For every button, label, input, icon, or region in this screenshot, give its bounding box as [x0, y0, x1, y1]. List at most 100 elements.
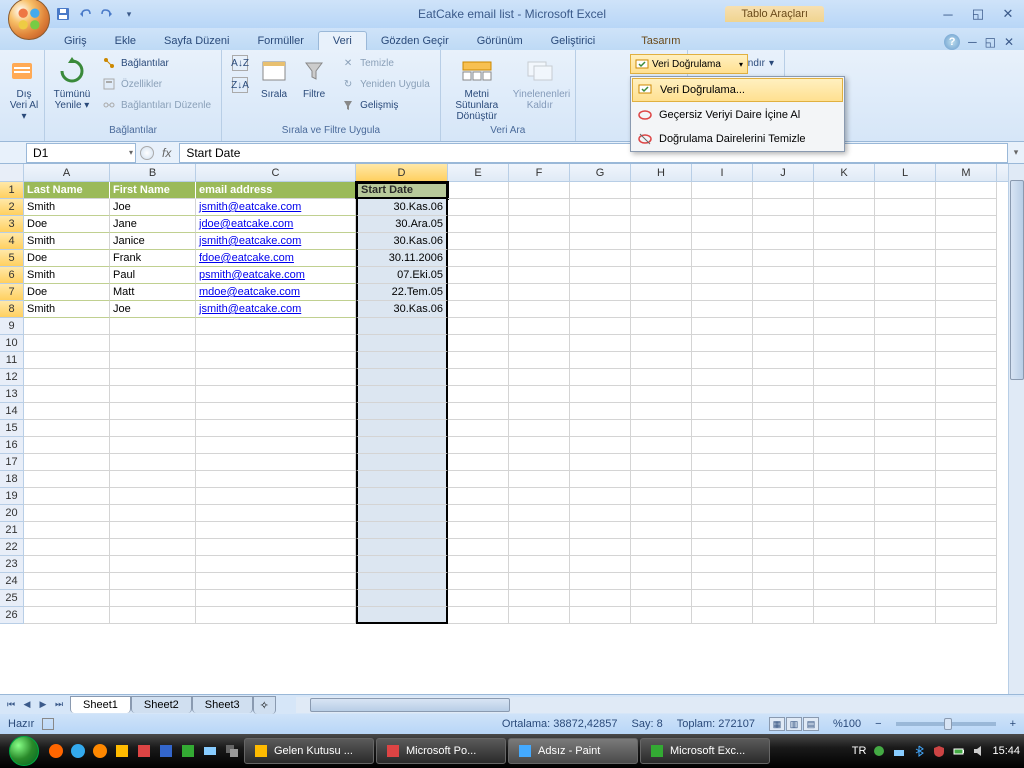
cell[interactable] — [110, 403, 196, 420]
cell[interactable] — [509, 352, 570, 369]
cell[interactable] — [936, 318, 997, 335]
cell[interactable] — [196, 556, 356, 573]
cell[interactable] — [110, 573, 196, 590]
sheet-nav-first-icon[interactable]: ⏮ — [4, 698, 18, 712]
doc-restore-icon[interactable]: ◱ — [985, 35, 996, 49]
cell[interactable] — [753, 318, 814, 335]
minimize-button[interactable]: ─ — [938, 6, 958, 22]
col-header-G[interactable]: G — [570, 164, 631, 181]
cell[interactable] — [753, 216, 814, 233]
cell[interactable] — [692, 607, 753, 624]
cell[interactable] — [509, 250, 570, 267]
cell[interactable]: 30.Kas.06 — [356, 301, 448, 318]
cell[interactable] — [753, 267, 814, 284]
cell[interactable] — [509, 386, 570, 403]
cell[interactable] — [631, 216, 692, 233]
cell[interactable] — [814, 318, 875, 335]
cell[interactable] — [24, 573, 110, 590]
tab-insert[interactable]: Ekle — [101, 32, 150, 50]
ql-ppt-icon[interactable] — [134, 741, 154, 761]
cell[interactable] — [753, 420, 814, 437]
cell[interactable] — [570, 318, 631, 335]
cell[interactable]: jsmith@eatcake.com — [196, 233, 356, 250]
text-to-columns-button[interactable]: Metni Sütunlara Dönüştür — [447, 53, 507, 124]
cell[interactable] — [509, 590, 570, 607]
cell[interactable] — [356, 522, 448, 539]
cell[interactable] — [24, 369, 110, 386]
cell[interactable] — [448, 403, 509, 420]
cell[interactable] — [631, 318, 692, 335]
refresh-all-button[interactable]: Tümünü Yenile ▾ — [51, 53, 93, 113]
cell[interactable] — [509, 216, 570, 233]
cell[interactable] — [692, 386, 753, 403]
cell[interactable] — [692, 505, 753, 522]
cell[interactable] — [631, 437, 692, 454]
cell[interactable] — [814, 403, 875, 420]
cell[interactable] — [631, 403, 692, 420]
cell[interactable] — [448, 454, 509, 471]
cell[interactable] — [631, 556, 692, 573]
cell[interactable] — [875, 216, 936, 233]
col-header-L[interactable]: L — [875, 164, 936, 181]
tab-developer[interactable]: Geliştirici — [537, 32, 610, 50]
row-header-1[interactable]: 1 — [0, 182, 23, 199]
cell[interactable] — [448, 233, 509, 250]
cell[interactable] — [875, 454, 936, 471]
cell[interactable]: 07.Eki.05 — [356, 267, 448, 284]
cell[interactable] — [631, 284, 692, 301]
cell[interactable] — [814, 233, 875, 250]
cell[interactable] — [110, 335, 196, 352]
cell[interactable] — [570, 590, 631, 607]
task-powerpoint[interactable]: Microsoft Po... — [376, 738, 506, 764]
row-header-22[interactable]: 22 — [0, 539, 23, 556]
cell[interactable] — [814, 420, 875, 437]
cell[interactable] — [631, 539, 692, 556]
external-data-button[interactable]: Dış Veri Al ▾ — [6, 53, 42, 124]
cell[interactable] — [753, 607, 814, 624]
clear-filter-button[interactable]: ✕Temizle — [336, 53, 434, 73]
cell[interactable] — [692, 335, 753, 352]
cell[interactable] — [814, 301, 875, 318]
cell[interactable] — [24, 420, 110, 437]
undo-icon[interactable] — [76, 5, 94, 23]
tab-design[interactable]: Tasarım — [627, 32, 694, 50]
cell[interactable] — [875, 556, 936, 573]
cell[interactable] — [509, 284, 570, 301]
col-header-B[interactable]: B — [110, 164, 196, 181]
cell[interactable] — [110, 488, 196, 505]
cell[interactable] — [24, 522, 110, 539]
help-icon[interactable]: ? — [944, 34, 960, 50]
cell[interactable] — [631, 335, 692, 352]
cell[interactable]: First Name — [110, 182, 196, 199]
cell[interactable]: Start Date — [356, 182, 448, 199]
cell[interactable] — [753, 233, 814, 250]
cell[interactable] — [875, 369, 936, 386]
cell[interactable] — [448, 318, 509, 335]
tab-home[interactable]: Giriş — [50, 32, 101, 50]
tray-safely-remove-icon[interactable] — [872, 744, 886, 758]
cell[interactable] — [356, 454, 448, 471]
close-button[interactable]: ✕ — [998, 6, 1018, 22]
cell[interactable] — [936, 471, 997, 488]
cell[interactable] — [753, 284, 814, 301]
cell[interactable] — [570, 573, 631, 590]
col-header-I[interactable]: I — [692, 164, 753, 181]
cell[interactable] — [936, 590, 997, 607]
reapply-button[interactable]: ↻Yeniden Uygula — [336, 74, 434, 94]
cell[interactable] — [631, 250, 692, 267]
cell[interactable]: Doe — [24, 250, 110, 267]
cell[interactable] — [448, 505, 509, 522]
cell[interactable] — [753, 335, 814, 352]
horizontal-scrollbar[interactable] — [296, 697, 1024, 713]
row-header-16[interactable]: 16 — [0, 437, 23, 454]
advanced-filter-button[interactable]: Gelişmiş — [336, 95, 434, 115]
row-header-2[interactable]: 2 — [0, 199, 23, 216]
cell[interactable] — [110, 352, 196, 369]
cell[interactable] — [875, 607, 936, 624]
row-header-12[interactable]: 12 — [0, 369, 23, 386]
connections-button[interactable]: Bağlantılar — [97, 53, 215, 73]
cell[interactable] — [570, 352, 631, 369]
cell[interactable] — [875, 233, 936, 250]
cell[interactable] — [814, 505, 875, 522]
cell[interactable] — [814, 488, 875, 505]
